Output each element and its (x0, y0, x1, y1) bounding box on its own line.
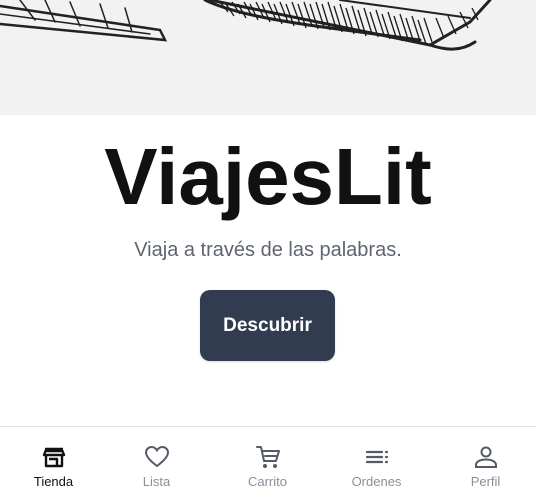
nav-label-perfil: Perfil (470, 474, 501, 489)
heart-icon (144, 445, 169, 468)
nav-item-perfil[interactable]: Perfil (432, 427, 536, 493)
nav-item-lista[interactable]: Lista (103, 427, 210, 493)
bottom-navigation: Tienda Lista Carrito Ordenes Perfil (0, 426, 536, 492)
nav-label-tienda: Tienda (33, 474, 74, 489)
hero-banner (0, 0, 536, 115)
app-title: ViajesLit (104, 132, 432, 221)
nav-label-ordenes: Ordenes (351, 474, 402, 489)
nav-item-carrito[interactable]: Carrito (214, 427, 321, 493)
cart-icon (255, 446, 280, 468)
nav-item-ordenes[interactable]: Ordenes (323, 427, 430, 493)
person-icon (474, 446, 497, 468)
nav-label-lista: Lista (142, 474, 171, 489)
book-sketch-image (0, 0, 492, 51)
nav-item-tienda[interactable]: Tienda (0, 427, 107, 493)
discover-button[interactable]: Descubrir (200, 290, 335, 361)
store-icon (42, 447, 65, 468)
nav-label-carrito: Carrito (247, 474, 287, 489)
list-icon (365, 450, 388, 464)
app-tagline: Viaja a través de las palabras. (134, 239, 402, 261)
